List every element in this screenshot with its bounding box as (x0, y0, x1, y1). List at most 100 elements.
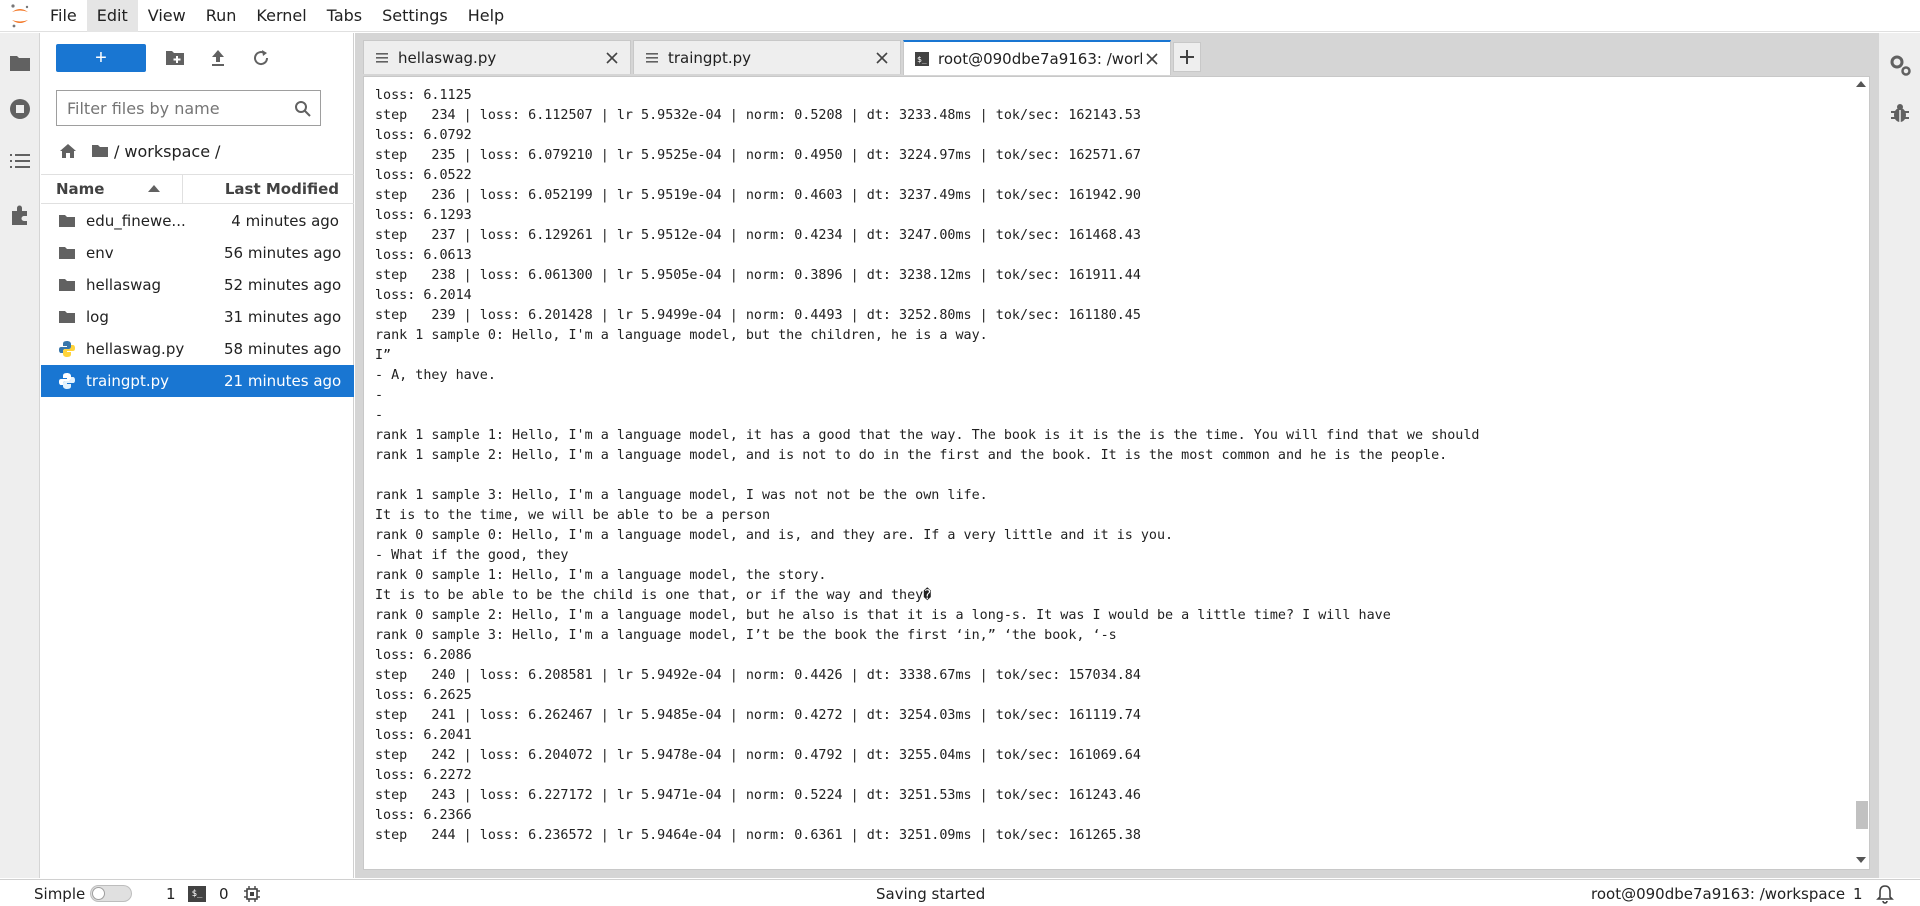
terminal-line: rank 0 sample 3: Hello, I'm a language m… (375, 628, 1117, 643)
tab-2[interactable]: traingpt.py (633, 40, 901, 74)
menu-help[interactable]: Help (458, 0, 514, 32)
simple-mode-label: Simple (34, 884, 86, 903)
terminal-line: rank 0 sample 2: Hello, I'm a language m… (375, 608, 1391, 623)
sort-ascending-icon (148, 185, 160, 192)
search-icon (295, 101, 311, 117)
last-modified-column-header[interactable]: Last Modified (183, 180, 354, 198)
terminal-line: It is to be able to be the child is one … (375, 588, 932, 603)
upload-icon[interactable] (206, 46, 230, 70)
menu-run[interactable]: Run (196, 0, 247, 32)
right-sidebar-tabs (1878, 33, 1920, 878)
terminal-line: rank 0 sample 0: Hello, I'm a language m… (375, 528, 1174, 543)
menu-kernel[interactable]: Kernel (246, 0, 316, 32)
jupyter-logo-icon (0, 0, 40, 32)
new-tab-plus-icon[interactable] (1173, 42, 1201, 72)
text-file-icon (374, 50, 390, 66)
folder-icon[interactable] (8, 51, 32, 75)
file-row[interactable]: env 56 minutes ago (41, 237, 354, 269)
terminal-line: loss: 6.2272 (375, 768, 472, 783)
file-name: log (86, 308, 109, 326)
terminal-line: step 234 | loss: 6.112507 | lr 5.9532e-0… (375, 108, 1141, 123)
kernel-status-icon[interactable] (243, 880, 261, 906)
file-filter-input[interactable] (57, 91, 277, 125)
terminal-line: loss: 6.1125 (375, 88, 472, 103)
terminal-line: step 241 | loss: 6.262467 | lr 5.9485e-0… (375, 708, 1141, 723)
menu-edit[interactable]: Edit (86, 0, 138, 32)
new-folder-icon[interactable] (163, 46, 187, 70)
close-icon[interactable] (1142, 49, 1162, 69)
refresh-icon[interactable] (249, 46, 273, 70)
close-icon[interactable] (602, 48, 622, 68)
left-sidebar-tabs (0, 33, 40, 878)
menu-view[interactable]: View (138, 0, 196, 32)
file-row[interactable]: traingpt.py 21 minutes ago (41, 365, 354, 397)
file-filter-field[interactable] (56, 90, 321, 126)
folder-icon (56, 306, 78, 328)
file-last-modified: 52 minutes ago (224, 276, 342, 294)
file-list-header: Name Last Modified (41, 174, 354, 204)
terminal-output: loss: 6.1125 step 234 | loss: 6.112507 | … (375, 86, 1845, 846)
name-column-header[interactable]: Name (41, 174, 183, 204)
tab-1[interactable]: hellaswag.py (363, 40, 631, 74)
new-launcher-button[interactable]: + (56, 44, 146, 72)
menu-bar: File Edit View Run Kernel Tabs Settings Help (0, 0, 1920, 32)
breadcrumb-separator: / (215, 141, 221, 161)
text-file-icon (644, 50, 660, 66)
terminal-line: step 236 | loss: 6.052199 | lr 5.9519e-0… (375, 188, 1141, 203)
folder-icon (56, 274, 78, 296)
kernel-count: 0 (219, 884, 229, 903)
debugger-bug-icon[interactable] (1888, 101, 1912, 125)
menu-tabs[interactable]: Tabs (317, 0, 372, 32)
breadcrumb-folder-icon[interactable] (91, 144, 109, 158)
status-bar: Simple 1 $_ 0 Saving started root@090dbe… (0, 879, 1920, 906)
terminal-panel[interactable]: loss: 6.1125 step 234 | loss: 6.112507 | … (363, 76, 1870, 870)
file-browser-toolbar: + (41, 33, 354, 83)
file-browser-panel: + / workspace / Name Last Modifie (41, 33, 354, 878)
notification-bell-icon[interactable] (1876, 880, 1894, 906)
scroll-down-arrow-icon[interactable] (1856, 857, 1866, 863)
tab-3[interactable]: $_ root@090dbe7a9163: /works (903, 40, 1171, 75)
terminal-line: loss: 6.2014 (375, 288, 472, 303)
notification-count: 1 (1853, 884, 1863, 903)
menu-settings[interactable]: Settings (372, 0, 458, 32)
terminal-icon: $_ (914, 51, 930, 67)
file-row[interactable]: hellaswag 52 minutes ago (41, 269, 354, 301)
menu-file[interactable]: File (40, 0, 87, 32)
terminal-line: rank 1 sample 1: Hello, I'm a language m… (375, 428, 1480, 443)
close-icon[interactable] (872, 48, 892, 68)
terminal-line: step 235 | loss: 6.079210 | lr 5.9525e-0… (375, 148, 1141, 163)
running-sessions-icon[interactable] (8, 97, 32, 121)
terminal-line: - (375, 388, 384, 403)
file-last-modified: 4 minutes ago (231, 212, 339, 230)
simple-mode-toggle[interactable] (90, 880, 132, 906)
table-of-contents-icon[interactable] (8, 149, 32, 173)
terminal-line: step 244 | loss: 6.236572 | lr 5.9464e-0… (375, 828, 1141, 843)
file-row[interactable]: log 31 minutes ago (41, 301, 354, 333)
scroll-up-arrow-icon[interactable] (1856, 81, 1866, 87)
extensions-icon[interactable] (8, 203, 32, 227)
terminal-scrollbar[interactable] (1853, 77, 1869, 869)
property-inspector-gears-icon[interactable] (1888, 53, 1912, 77)
terminal-line: - A, they have. (375, 368, 496, 383)
file-name: edu_finewe... (86, 212, 186, 230)
file-name: hellaswag.py (86, 340, 185, 358)
terminal-line: rank 1 sample 0: Hello, I'm a language m… (375, 328, 988, 343)
terminal-line: - What if the good, they (375, 548, 569, 563)
terminal-line: rank 0 sample 1: Hello, I'm a language m… (375, 568, 827, 583)
svg-text:$_: $_ (917, 55, 927, 64)
breadcrumb-workspace[interactable]: workspace (124, 142, 210, 161)
file-row[interactable]: edu_finewe... 4 minutes ago (41, 205, 354, 237)
file-name: hellaswag (86, 276, 162, 294)
terminal-line: step 238 | loss: 6.061300 | lr 5.9505e-0… (375, 268, 1141, 283)
terminal-count-icon[interactable]: $_ (188, 880, 206, 906)
scrollbar-thumb[interactable] (1856, 801, 1868, 830)
terminal-line: loss: 6.0522 (375, 168, 472, 183)
terminal-line: rank 1 sample 3: Hello, I'm a language m… (375, 488, 988, 503)
file-name: traingpt.py (86, 372, 170, 390)
terminal-line: It is to the time, we will be able to be… (375, 508, 771, 523)
file-row[interactable]: hellaswag.py 58 minutes ago (41, 333, 354, 365)
file-list: edu_finewe... 4 minutes ago env 56 minutes … (41, 205, 354, 397)
terminal-line: - (375, 408, 384, 423)
breadcrumb-separator: / (114, 141, 120, 161)
home-icon[interactable] (59, 143, 77, 159)
